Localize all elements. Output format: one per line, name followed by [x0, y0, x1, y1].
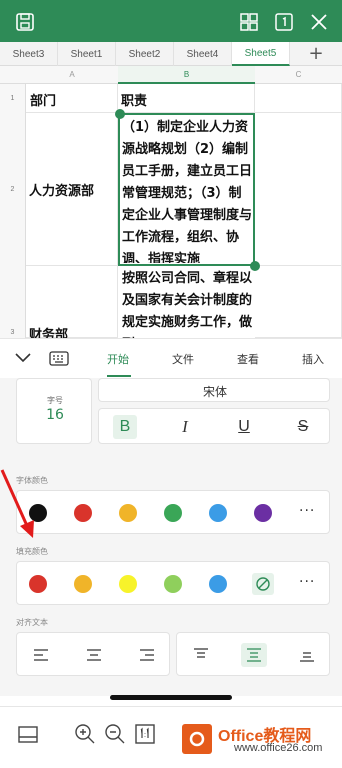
freeze-panes-icon[interactable] — [17, 725, 39, 745]
sheet-tab[interactable]: Sheet4 — [174, 42, 232, 66]
align-top-icon[interactable] — [193, 647, 209, 663]
sheet-tab-active[interactable]: Sheet5 — [232, 42, 290, 66]
vertical-align-group — [176, 632, 330, 676]
column-header-c[interactable]: C — [255, 66, 342, 84]
font-size-control[interactable]: 字号 16 — [16, 378, 92, 444]
top-toolbar — [0, 0, 342, 44]
zoom-out-icon[interactable] — [104, 723, 126, 745]
selection-handle-bottom[interactable] — [250, 261, 260, 271]
cell-c3[interactable] — [255, 266, 342, 338]
underline-button[interactable]: U — [232, 415, 256, 439]
sheet-tab[interactable]: Sheet1 — [58, 42, 116, 66]
font-color-green[interactable] — [164, 504, 182, 522]
sheet-number-icon[interactable] — [273, 11, 295, 33]
red-annotation-arrow — [0, 469, 34, 538]
cell-a3-text: 财务部 — [29, 328, 69, 338]
align-middle-button[interactable] — [241, 643, 267, 667]
actual-size-icon[interactable] — [134, 723, 156, 745]
font-color-palette: ··· — [16, 490, 330, 534]
selection-handle-top[interactable] — [115, 109, 125, 119]
corner-cell[interactable] — [0, 66, 26, 84]
zoom-in-icon[interactable] — [74, 723, 96, 745]
close-icon[interactable] — [308, 11, 330, 33]
watermark-url: www.office26.com — [234, 742, 323, 754]
column-header-a[interactable]: A — [26, 66, 118, 84]
tab-insert[interactable]: 插入 — [302, 351, 324, 367]
fill-color-blue[interactable] — [209, 575, 227, 593]
watermark-logo: Office教程网 www.office26.com — [182, 722, 342, 758]
fill-color-lightgreen[interactable] — [164, 575, 182, 593]
row-header[interactable]: 2 — [0, 113, 26, 266]
office-logo-icon — [182, 724, 212, 754]
row-header[interactable]: 3 — [0, 266, 26, 338]
ribbon-tabs: 开始 文件 查看 插入 — [0, 338, 342, 378]
cell-c1[interactable] — [255, 84, 342, 113]
more-font-colors-button[interactable]: ··· — [299, 503, 315, 519]
align-left-icon[interactable] — [33, 647, 49, 663]
font-color-red[interactable] — [74, 504, 92, 522]
font-color-orange[interactable] — [119, 504, 137, 522]
cell-b1-text: 职责 — [121, 94, 148, 109]
keyboard-icon[interactable] — [48, 349, 70, 367]
column-header-b[interactable]: B — [118, 66, 255, 84]
font-size-value: 16 — [46, 407, 64, 423]
font-name-select[interactable]: 宋体 — [98, 378, 330, 402]
italic-button[interactable]: I — [173, 415, 197, 439]
bold-button[interactable]: B — [113, 415, 137, 439]
cell-a1-text: 部门 — [30, 94, 57, 109]
sheet-tabs: Sheet3 Sheet1 Sheet2 Sheet4 Sheet5 + — [0, 42, 342, 66]
tab-file[interactable]: 文件 — [172, 351, 194, 367]
format-panel: 字号 16 宋体 B I U S 字体颜色 ··· 填充颜色 ··· 对齐文本 — [0, 378, 342, 696]
fill-color-orange[interactable] — [74, 575, 92, 593]
strikethrough-button[interactable]: S — [291, 415, 315, 439]
fill-color-red[interactable] — [29, 575, 47, 593]
font-size-label: 字号 — [47, 396, 63, 405]
fill-color-label: 填充颜色 — [16, 547, 48, 556]
save-icon[interactable] — [14, 11, 36, 33]
row-header[interactable]: 1 — [0, 84, 26, 113]
home-indicator — [110, 695, 232, 700]
collapse-chevron-icon[interactable] — [14, 351, 32, 365]
font-color-purple[interactable] — [254, 504, 272, 522]
no-fill-button[interactable] — [252, 573, 274, 595]
tab-start[interactable]: 开始 — [107, 351, 129, 367]
cell-b2-text: （1）制定企业人力资源战略规划（2）编制员工手册，建立员工日常管理规范；（3）制… — [122, 120, 252, 263]
cell-c2[interactable] — [255, 113, 342, 266]
add-sheet-button[interactable]: + — [290, 42, 342, 65]
align-middle-icon — [247, 648, 261, 662]
grid-view-icon[interactable] — [238, 11, 260, 33]
font-name-value: 宋体 — [202, 385, 227, 399]
fill-color-palette: ··· — [16, 561, 330, 605]
more-fill-colors-button[interactable]: ··· — [299, 574, 315, 590]
cell-b3-text: 按照公司合同、章程以及国家有关会计制度的规定实施财务工作，做到 — [122, 271, 252, 338]
cell-a2-text: 人力资源部 — [29, 184, 95, 199]
align-center-icon[interactable] — [86, 647, 102, 663]
active-tab-indicator — [107, 375, 131, 377]
font-color-blue[interactable] — [209, 504, 227, 522]
horizontal-align-group — [16, 632, 170, 676]
align-right-icon[interactable] — [139, 647, 155, 663]
sheet-tab[interactable]: Sheet2 — [116, 42, 174, 66]
sheet-tab[interactable]: Sheet3 — [0, 42, 58, 66]
align-text-label: 对齐文本 — [16, 618, 48, 627]
align-bottom-icon[interactable] — [299, 647, 315, 663]
text-style-buttons: B I U S — [98, 408, 330, 444]
fill-color-yellow[interactable] — [119, 575, 137, 593]
tab-view[interactable]: 查看 — [237, 351, 259, 367]
no-fill-icon — [256, 577, 270, 591]
